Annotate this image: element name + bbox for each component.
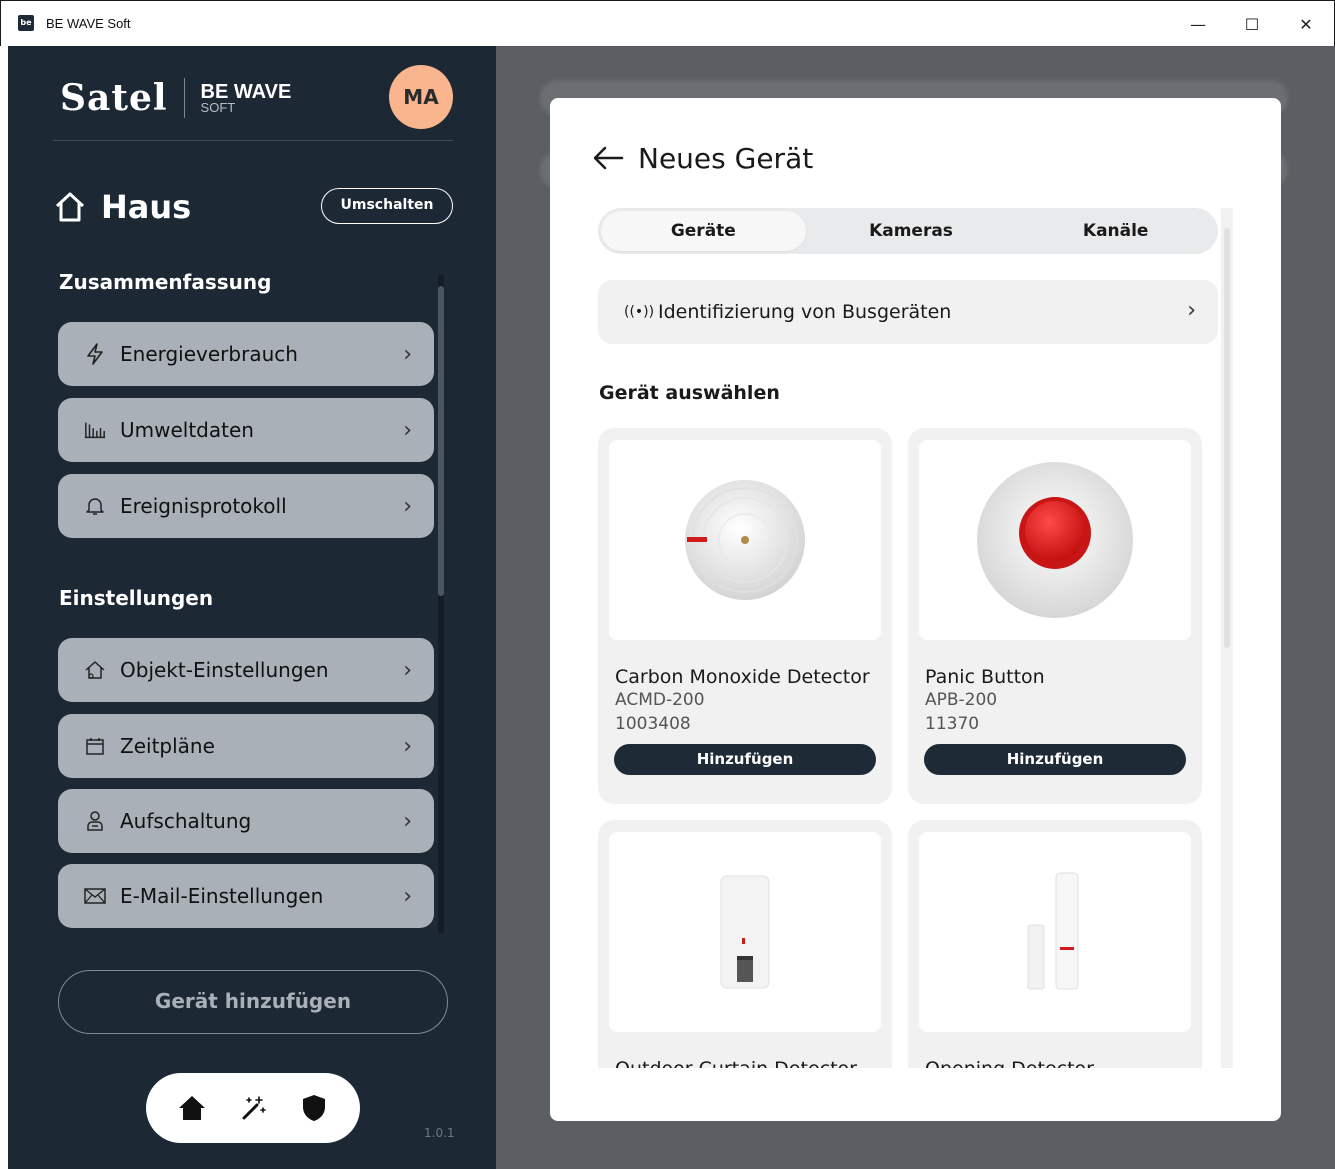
home-icon[interactable] — [175, 1091, 209, 1125]
window-title: BE WAVE Soft — [46, 16, 131, 31]
new-device-dialog: Neues Gerät Geräte Kameras Kanäle ((•)) … — [550, 98, 1281, 1121]
device-image — [919, 440, 1191, 640]
device-grid: Carbon Monoxide Detector ACMD-200 100340… — [598, 428, 1208, 1068]
minimize-button[interactable]: — — [1186, 13, 1210, 37]
bottom-navigation — [146, 1073, 360, 1143]
lightning-icon — [84, 343, 106, 365]
envelope-icon — [84, 885, 106, 907]
version-label: 1.0.1 — [424, 1126, 455, 1140]
calendar-icon — [84, 735, 106, 757]
app-icon: be — [18, 15, 34, 31]
device-image — [609, 440, 881, 640]
device-card: Panic Button APB-200 11370 Hinzufügen — [908, 428, 1202, 804]
summary-section-title: Zusammenfassung — [59, 270, 272, 294]
add-device-card-button[interactable]: Hinzufügen — [614, 744, 876, 775]
tab-devices[interactable]: Geräte — [601, 211, 806, 251]
device-name: Opening Detector — [925, 1058, 1094, 1068]
add-device-card-button[interactable]: Hinzufügen — [924, 744, 1186, 775]
divider — [53, 140, 453, 141]
menu-item-label: Zeitpläne — [120, 734, 215, 758]
device-card: Carbon Monoxide Detector ACMD-200 100340… — [598, 428, 892, 804]
device-name: Carbon Monoxide Detector — [615, 666, 870, 688]
device-code: 1003408 — [615, 714, 691, 734]
be-wave-logo: BE WAVE SOFT — [201, 82, 292, 114]
menu-item-schedules[interactable]: Zeitpläne › — [58, 714, 434, 778]
device-name: Outdoor Curtain Detector — [615, 1058, 857, 1068]
brand-logo: Satel BE WAVE SOFT — [60, 77, 292, 119]
bus-identification-label: Identifizierung von Busgeräten — [658, 301, 952, 323]
magic-wand-icon[interactable] — [236, 1091, 270, 1125]
menu-item-label: Ereignisprotokoll — [120, 494, 287, 518]
tab-channels[interactable]: Kanäle — [1013, 208, 1218, 254]
chevron-right-icon: › — [403, 418, 412, 443]
device-image — [919, 832, 1191, 1032]
maximize-button[interactable]: ☐ — [1240, 13, 1264, 37]
dialog-title: Neues Gerät — [638, 141, 814, 175]
opening-detector-image — [1027, 872, 1079, 990]
menu-item-object-settings[interactable]: Objekt-Einstellungen › — [58, 638, 434, 702]
menu-item-label: Aufschaltung — [120, 809, 252, 833]
device-name: Panic Button — [925, 666, 1045, 688]
menu-item-monitoring[interactable]: Aufschaltung › — [58, 789, 434, 853]
brand-product: BE WAVE — [200, 81, 292, 103]
device-type-tabs: Geräte Kameras Kanäle — [598, 208, 1218, 254]
panic-button-image — [977, 462, 1133, 618]
menu-item-event-log[interactable]: Ereignisprotokoll › — [58, 474, 434, 538]
chevron-right-icon: › — [403, 734, 412, 759]
device-model: APB-200 — [925, 690, 998, 710]
brand-divider — [183, 78, 185, 118]
scrollbar-thumb[interactable] — [438, 286, 444, 596]
bus-identification-item[interactable]: ((•)) Identifizierung von Busgeräten › — [598, 280, 1218, 344]
close-button[interactable]: ✕ — [1294, 13, 1318, 37]
device-card: Outdoor Curtain Detector — [598, 820, 892, 1068]
menu-item-label: E-Mail-Einstellungen — [120, 884, 324, 908]
scrollbar-thumb[interactable] — [1224, 228, 1230, 648]
sidebar: Satel BE WAVE SOFT MA Haus Umschalten Zu… — [8, 46, 496, 1169]
settings-section-title: Einstellungen — [59, 586, 214, 610]
avatar[interactable]: MA — [389, 65, 453, 129]
switch-button[interactable]: Umschalten — [321, 188, 453, 224]
menu-item-energy[interactable]: Energieverbrauch › — [58, 322, 434, 386]
menu-item-label: Energieverbrauch — [120, 342, 298, 366]
window-titlebar: be BE WAVE Soft — ☐ ✕ — [0, 0, 1335, 46]
satel-logo: Satel — [60, 77, 168, 119]
chevron-right-icon: › — [1187, 298, 1196, 323]
home-header: Haus — [53, 186, 191, 228]
device-model: ACMD-200 — [615, 690, 705, 710]
shield-icon[interactable] — [297, 1091, 331, 1125]
menu-item-label: Objekt-Einstellungen — [120, 658, 329, 682]
chevron-right-icon: › — [403, 494, 412, 519]
home-outline-icon — [55, 192, 85, 222]
dialog-scrollbar[interactable] — [1221, 208, 1233, 1068]
home-settings-icon — [84, 659, 106, 681]
menu-item-label: Umweltdaten — [120, 418, 254, 442]
curtain-detector-image — [720, 875, 770, 989]
brand-product-sub: SOFT — [200, 100, 236, 115]
chevron-right-icon: › — [403, 884, 412, 909]
chevron-right-icon: › — [403, 809, 412, 834]
chevron-right-icon: › — [403, 658, 412, 683]
add-device-button[interactable]: Gerät hinzufügen — [58, 970, 448, 1034]
device-image — [609, 832, 881, 1032]
device-code: 11370 — [925, 714, 980, 734]
co-detector-image — [685, 480, 805, 600]
bell-icon — [84, 495, 106, 517]
page-title: Haus — [101, 188, 192, 226]
bar-chart-icon — [84, 419, 106, 441]
broadcast-icon: ((•)) — [624, 304, 655, 320]
back-arrow-icon[interactable] — [592, 145, 624, 171]
sidebar-scrollbar[interactable] — [436, 274, 446, 934]
agent-icon — [84, 810, 106, 832]
dialog-header: Neues Gerät — [592, 138, 813, 178]
tab-cameras[interactable]: Kameras — [809, 208, 1014, 254]
menu-item-environment[interactable]: Umweltdaten › — [58, 398, 434, 462]
select-device-heading: Gerät auswählen — [599, 382, 780, 404]
device-card: Opening Detector — [908, 820, 1202, 1068]
chevron-right-icon: › — [403, 342, 412, 367]
menu-item-email-settings[interactable]: E-Mail-Einstellungen › — [58, 864, 434, 928]
